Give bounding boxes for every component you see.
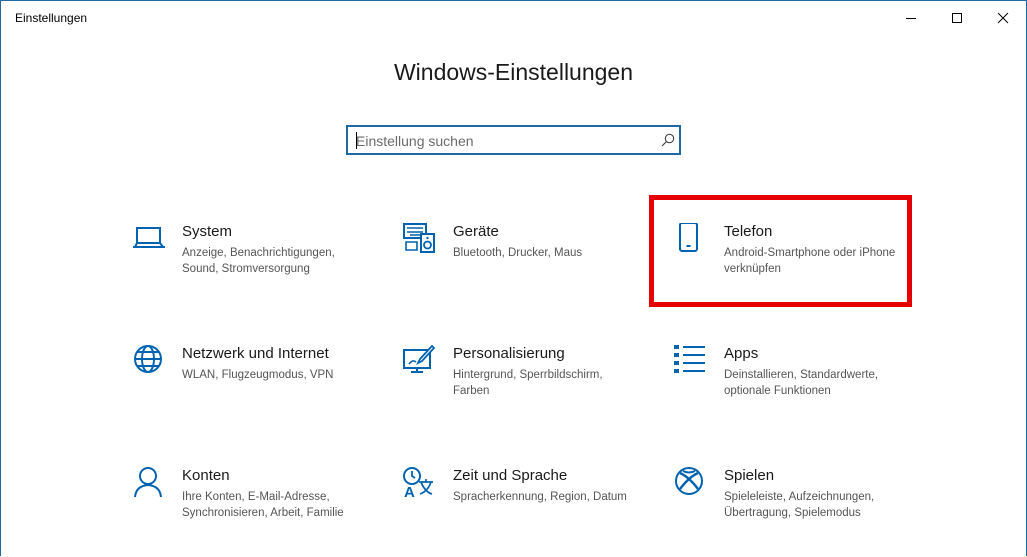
tile-description: Spieleleiste, Aufzeichnungen, Übertragun…	[724, 491, 875, 519]
tile-phone[interactable]: Telefon Android-Smartphone oder iPhone v…	[674, 223, 914, 313]
laptop-icon	[133, 227, 165, 248]
person-icon	[134, 467, 162, 498]
tile-title: Netzwerk und Internet	[182, 345, 329, 362]
tile-title: Zeit und Sprache	[453, 467, 568, 484]
tile-title: Apps	[724, 345, 759, 362]
maximize-button[interactable]	[934, 1, 980, 35]
tile-network[interactable]: Netzwerk und Internet WLAN, Flugzeugmodu…	[132, 345, 372, 435]
title-bar[interactable]: Einstellungen	[1, 1, 1026, 35]
tile-title: System	[182, 223, 233, 240]
tile-title: Spielen	[724, 467, 775, 484]
tile-accounts[interactable]: Konten Ihre Konten, E-Mail-Adresse, Sync…	[132, 467, 372, 557]
personalization-icon	[403, 345, 436, 373]
tile-description: Deinstallieren, Standardwerte, optionale…	[724, 369, 879, 397]
svg-text:A: A	[404, 484, 415, 501]
tile-description: WLAN, Flugzeugmodus, VPN	[182, 369, 334, 381]
globe-icon	[134, 345, 162, 373]
page-title: Windows-Einstellungen	[393, 59, 634, 85]
minimize-icon	[906, 18, 916, 19]
search-input[interactable]	[356, 131, 646, 151]
search-icon[interactable]	[661, 133, 675, 147]
settings-window: Einstellungen Windows-Einstellungen Eins…	[0, 0, 1027, 556]
search-box[interactable]	[346, 125, 681, 155]
tile-description: Ihre Konten, E-Mail-Adresse, Synchronisi…	[182, 491, 344, 519]
devices-icon	[403, 223, 435, 253]
tile-title: Geräte	[453, 223, 499, 240]
tile-description: Android-Smartphone oder iPhone verknüpfe…	[724, 247, 896, 275]
text-caret	[356, 132, 357, 149]
tile-description: Anzeige, Benachrichtigungen, Sound, Stro…	[182, 247, 335, 275]
close-icon	[997, 12, 1009, 24]
tile-description: Bluetooth, Drucker, Maus	[453, 247, 583, 259]
xbox-icon	[675, 467, 703, 495]
tile-title: Personalisierung	[453, 345, 565, 362]
tile-system[interactable]: System Anzeige, Benachrichtigungen, Soun…	[132, 223, 372, 313]
minimize-button[interactable]	[888, 1, 934, 35]
tile-personalization[interactable]: Personalisierung Hintergrund, Sperrbilds…	[403, 345, 643, 435]
tile-description: Hintergrund, Sperrbildschirm, Farben	[453, 369, 603, 397]
tile-devices[interactable]: Geräte Bluetooth, Drucker, Maus	[403, 223, 643, 313]
tile-title: Telefon	[724, 223, 773, 240]
apps-list-icon	[674, 345, 705, 373]
close-button[interactable]	[980, 1, 1026, 35]
window-title: Einstellungen	[15, 11, 88, 25]
tile-gaming[interactable]: Spielen Spieleleiste, Aufzeichnungen, Üb…	[674, 467, 914, 557]
tile-time-language[interactable]: A Zeit und Sprache Spracherkennung, Regi…	[403, 467, 643, 557]
time-language-icon: A	[403, 467, 433, 501]
tile-title: Konten	[182, 467, 230, 484]
maximize-icon	[952, 13, 962, 23]
tile-apps[interactable]: Apps Deinstallieren, Standardwerte, opti…	[674, 345, 914, 435]
phone-icon	[679, 223, 698, 252]
tile-description: Spracherkennung, Region, Datum	[453, 491, 627, 503]
